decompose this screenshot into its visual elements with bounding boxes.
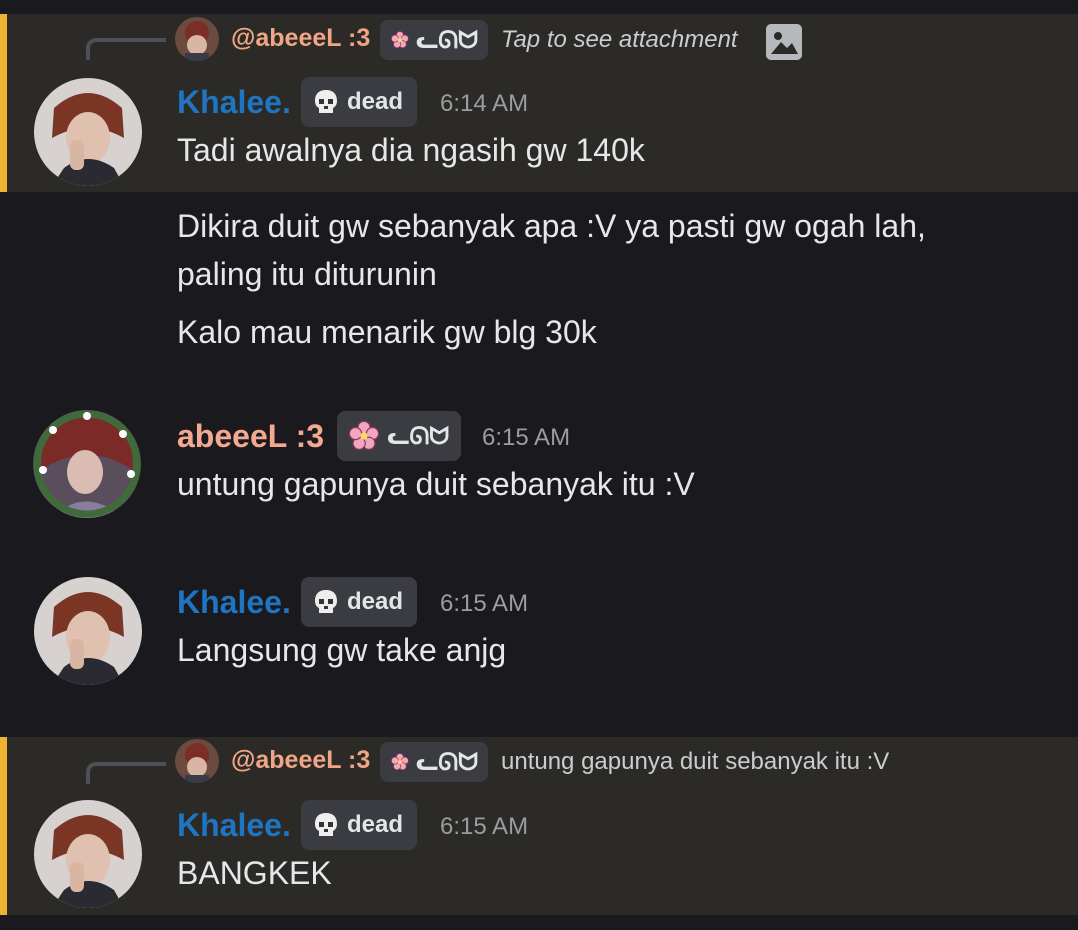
timestamp: 6:15 AM — [440, 590, 529, 617]
sakura-icon — [391, 31, 409, 49]
sakura-icon — [348, 420, 380, 450]
reply-tag-text: ᓚᘏᗢ — [415, 26, 478, 54]
author-tag[interactable]: dead — [301, 577, 417, 627]
tag-text: dead — [347, 811, 404, 838]
tag-text: ᓚᘏᗢ — [387, 422, 450, 450]
message-text: untung gapunya duit sebanyak itu :V — [177, 466, 695, 502]
message-text: Tadi awalnya dia ngasih gw 140k — [177, 132, 645, 168]
skull-icon — [315, 813, 337, 836]
tag-text: dead — [347, 588, 404, 615]
reply-tag-text: ᓚᘏᗢ — [415, 748, 478, 776]
reply-line — [86, 762, 166, 784]
author-tag[interactable]: ᓚᘏᗢ — [337, 411, 461, 461]
avatar[interactable] — [34, 78, 142, 186]
reply-avatar[interactable] — [175, 17, 219, 61]
timestamp: 6:15 AM — [440, 813, 529, 840]
message-text: BANGKEK — [177, 855, 332, 891]
author-name[interactable]: abeeeL :3 — [177, 418, 324, 455]
reply-author[interactable]: @abeeeL :3 — [231, 746, 370, 775]
reply-line — [86, 38, 166, 60]
author-name[interactable]: Khalee. — [177, 584, 291, 621]
message-text: Langsung gw take anjg — [177, 632, 507, 668]
author-tag[interactable]: dead — [301, 800, 417, 850]
reply-preview[interactable]: Tap to see attachment — [501, 26, 738, 54]
message-text: Dikira duit gw sebanyak apa :V ya pasti … — [177, 208, 926, 292]
message-text: Kalo mau menarik gw blg 30k — [177, 314, 597, 350]
avatar[interactable] — [34, 800, 142, 908]
skull-icon — [315, 590, 337, 613]
avatar[interactable] — [34, 577, 142, 685]
reply-author[interactable]: @abeeeL :3 — [231, 24, 370, 53]
author-name[interactable]: Khalee. — [177, 84, 291, 121]
sakura-icon — [391, 753, 409, 771]
tag-text: dead — [347, 88, 404, 115]
timestamp: 6:15 AM — [482, 424, 571, 451]
skull-icon — [315, 90, 337, 113]
reply-preview[interactable]: untung gapunya duit sebanyak itu :V — [501, 748, 889, 776]
author-tag[interactable]: dead — [301, 77, 417, 127]
author-name[interactable]: Khalee. — [177, 807, 291, 844]
reply-author-tag[interactable]: ᓚᘏᗢ — [380, 742, 488, 782]
timestamp: 6:14 AM — [440, 90, 529, 117]
reply-author-tag[interactable]: ᓚᘏᗢ — [380, 20, 488, 60]
reply-avatar[interactable] — [175, 739, 219, 783]
avatar[interactable] — [33, 410, 141, 518]
image-icon[interactable] — [766, 24, 802, 60]
